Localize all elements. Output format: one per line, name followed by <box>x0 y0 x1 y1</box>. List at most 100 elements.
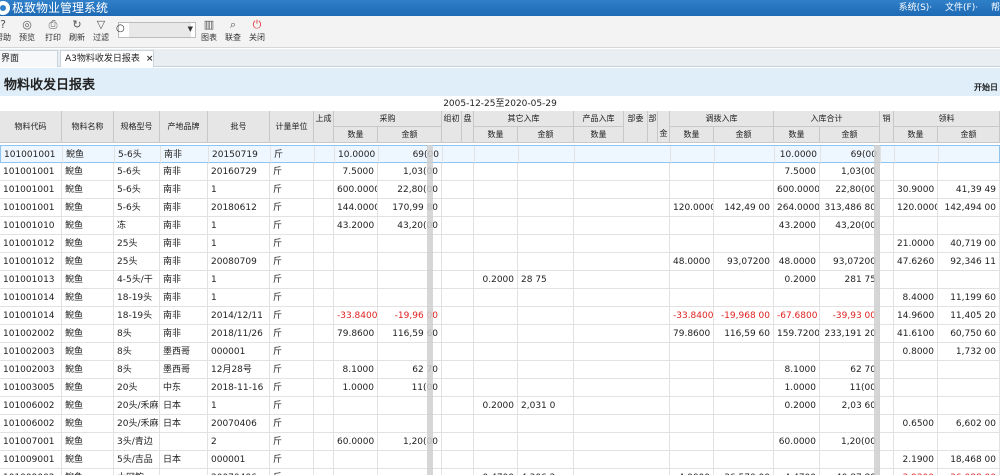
table-cell <box>670 217 714 235</box>
col-header-inventory[interactable]: 盘 <box>462 111 474 143</box>
col-header-issue-qty[interactable]: 数量 <box>894 127 938 143</box>
col-header-transfer-in[interactable]: 调拨入库 <box>670 111 774 127</box>
col-header-small-amount[interactable]: 金 <box>658 111 670 143</box>
col-header-purchase-qty[interactable]: 数量 <box>334 127 378 143</box>
table-row[interactable]: 101001014 鲵鱼 18-19头 南非 2014/12/11 斤 -33.8400 -1… <box>0 307 1000 325</box>
table-cell: 10.0000 <box>335 146 379 164</box>
table-cell: 101001014 <box>0 307 62 325</box>
table-row[interactable]: 101006002 鲵鱼 20头/禾麻 日本 20070406 斤 0.6500 6,602 … <box>0 415 1000 433</box>
col-header-code[interactable]: 物料代码 <box>0 111 62 143</box>
table-cell <box>442 325 474 343</box>
col-header-dept2[interactable]: 部 <box>648 111 658 143</box>
table-cell: 2018/11/26 <box>208 325 270 343</box>
tab-daily-report[interactable]: A3物料收发日报表 × <box>60 50 154 67</box>
linked-query-button[interactable]: ⌕ 联查 <box>220 18 246 46</box>
tab-main[interactable]: 界面 <box>0 50 58 67</box>
col-header-product-qty[interactable]: 数量 <box>574 127 624 143</box>
table-row[interactable]: 101002002 鲵鱼 8头 南非 2018/11/26 斤 79.8600 116,59 … <box>0 325 1000 343</box>
col-header-purchase[interactable]: 采购 <box>334 111 442 127</box>
col-header-other-qty[interactable]: 数量 <box>474 127 518 143</box>
menu-system[interactable]: 系统(S)· <box>899 3 933 13</box>
col-header-department[interactable]: 部委 <box>624 111 648 143</box>
power-icon: ⏻ <box>252 18 262 31</box>
col-header-total-in[interactable]: 入库合计 <box>774 111 880 127</box>
table-cell: 南非 <box>160 163 208 181</box>
col-header-batch[interactable]: 批号 <box>208 111 270 143</box>
app-logo-icon <box>0 1 10 15</box>
col-header-issue-amount[interactable]: 金额 <box>938 127 1000 143</box>
table-cell <box>574 235 670 253</box>
table-row[interactable]: 101001012 鲵鱼 25头 南非 20080709 斤 48.0000 93,07200… <box>0 253 1000 271</box>
table-row[interactable]: 101009002鲵鱼大网鲍 20070406斤 0.47004,306 2 4.00… <box>0 469 1000 475</box>
col-header-transfer-qty[interactable]: 数量 <box>670 127 714 143</box>
table-cell <box>442 307 474 325</box>
table-row[interactable]: 101001012 鲵鱼 25头 南非 1 斤 21.0000 40,719 00 <box>0 235 1000 253</box>
col-header-unit[interactable]: 计量单位 <box>270 111 314 143</box>
table-row[interactable]: 101001013 鲵鱼 4-5头/干 南非 1 斤 0.2000 28 75 0.2000 28… <box>0 271 1000 289</box>
table-cell <box>895 146 939 164</box>
chart-button[interactable]: ▥ 图表 <box>196 18 222 46</box>
col-header-total-qty[interactable]: 数量 <box>774 127 820 143</box>
table-cell: -67.6800 <box>774 307 820 325</box>
col-header-issue[interactable]: 领料 <box>894 111 1000 127</box>
col-header-name[interactable]: 物料名称 <box>62 111 114 143</box>
col-header-transfer-amount[interactable]: 金额 <box>714 127 774 143</box>
table-cell <box>894 397 938 415</box>
table-cell <box>938 163 1000 181</box>
table-cell <box>670 163 714 181</box>
table-cell: 斤 <box>270 163 314 181</box>
col-header-total-amount[interactable]: 金额 <box>820 127 880 143</box>
table-cell <box>314 235 334 253</box>
table-row[interactable]: 101001001 鲵鱼 5-6头 南非 20160729 斤 7.5000 1,03(00 7… <box>0 163 1000 181</box>
col-header-spec[interactable]: 规格型号 <box>114 111 160 143</box>
preview-button[interactable]: ◎ 预览 <box>14 18 40 46</box>
table-cell <box>160 469 208 475</box>
table-cell <box>894 271 938 289</box>
table-row[interactable]: 101002003 鲵鱼 8头 墨西哥 12月28号斤 8.1000 62 70 8.1000… <box>0 361 1000 379</box>
col-header-upper[interactable]: 上成 <box>314 111 334 143</box>
table-cell: 日本 <box>160 397 208 415</box>
filter-button[interactable]: ▽ 过滤 <box>88 18 114 46</box>
table-cell <box>314 343 334 361</box>
table-row[interactable]: 101002003 鲵鱼 8头 墨西哥 000001 斤 0.8000 1,732 00 <box>0 343 1000 361</box>
print-button[interactable]: ⎙ 打印 <box>40 18 66 46</box>
table-row[interactable]: 101009001 鲵鱼 5头/吉品 日本 000001 斤 2.1900 18,468 00 <box>0 451 1000 469</box>
table-cell <box>880 397 894 415</box>
col-header-sales[interactable]: 销 <box>880 111 894 143</box>
table-cell: 0.2000 <box>474 271 518 289</box>
table-row[interactable]: 101001010 鲵鱼冻南非 1 斤 43.2000 43,20(00 43.2000 43… <box>0 217 1000 235</box>
table-cell: 43.2000 <box>774 217 820 235</box>
col-header-other-amount[interactable]: 金额 <box>518 127 574 143</box>
refresh-button[interactable]: ↻ 刷新 <box>64 18 90 46</box>
table-cell <box>474 307 518 325</box>
table-cell: 25头 <box>114 235 160 253</box>
table-row[interactable]: 101006002 鲵鱼 20头/禾麻 日本 1 斤 0.2000 2,031 0 0.2000… <box>0 397 1000 415</box>
col-header-other-in[interactable]: 其它入库 <box>474 111 574 127</box>
table-row[interactable]: 101007001 鲵鱼 3头/青边 2 斤 60.0000 1,20(00 60.0000 1… <box>0 433 1000 451</box>
close-icon[interactable]: × <box>146 54 154 64</box>
table-cell <box>443 146 475 164</box>
col-header-group[interactable]: 组初 <box>442 111 462 143</box>
menu-help[interactable]: 帮 <box>991 3 1000 13</box>
menu-file[interactable]: 文件(F)· <box>945 3 978 13</box>
tab-main-label: 界面 <box>1 54 20 64</box>
chevron-down-icon[interactable]: ▼ <box>188 25 193 33</box>
table-row[interactable]: 101001014 鲵鱼 18-19头 南非 1 斤 8.4000 11,199 60 <box>0 289 1000 307</box>
col-header-origin[interactable]: 产地品牌 <box>160 111 208 143</box>
table-cell: 鲵鱼 <box>62 379 114 397</box>
close-button[interactable]: ⏻ 关闭 <box>244 18 270 46</box>
table-cell <box>774 289 820 307</box>
table-row[interactable]: 101001001 鲵鱼 5-6头 南非 1 斤 600.0000 22,80(00 600.0… <box>0 181 1000 199</box>
table-cell <box>880 199 894 217</box>
search-box[interactable]: ○ ▼ <box>116 22 196 38</box>
search-input[interactable] <box>129 23 191 37</box>
col-header-purchase-amount[interactable]: 金额 <box>378 127 442 143</box>
start-date-label: 开始日 <box>974 83 998 92</box>
refresh-button-label: 刷新 <box>69 33 85 42</box>
col-header-product-in[interactable]: 产品入库 <box>574 111 624 127</box>
table-cell: 30.9000 <box>894 181 938 199</box>
table-row[interactable]: 101001001 鲵鱼 5-6头 南非 20180612 斤 144.0000 170,99… <box>0 199 1000 217</box>
table-row[interactable]: 101003005 鲵鱼 20头 中东 2018-11-16 斤 1.0000 11(00 1.… <box>0 379 1000 397</box>
table-row[interactable]: 101001001 鲵鱼 5-6头 南非 20150719 斤 10.0000 69(00 10… <box>0 145 1000 164</box>
table-cell <box>938 271 1000 289</box>
